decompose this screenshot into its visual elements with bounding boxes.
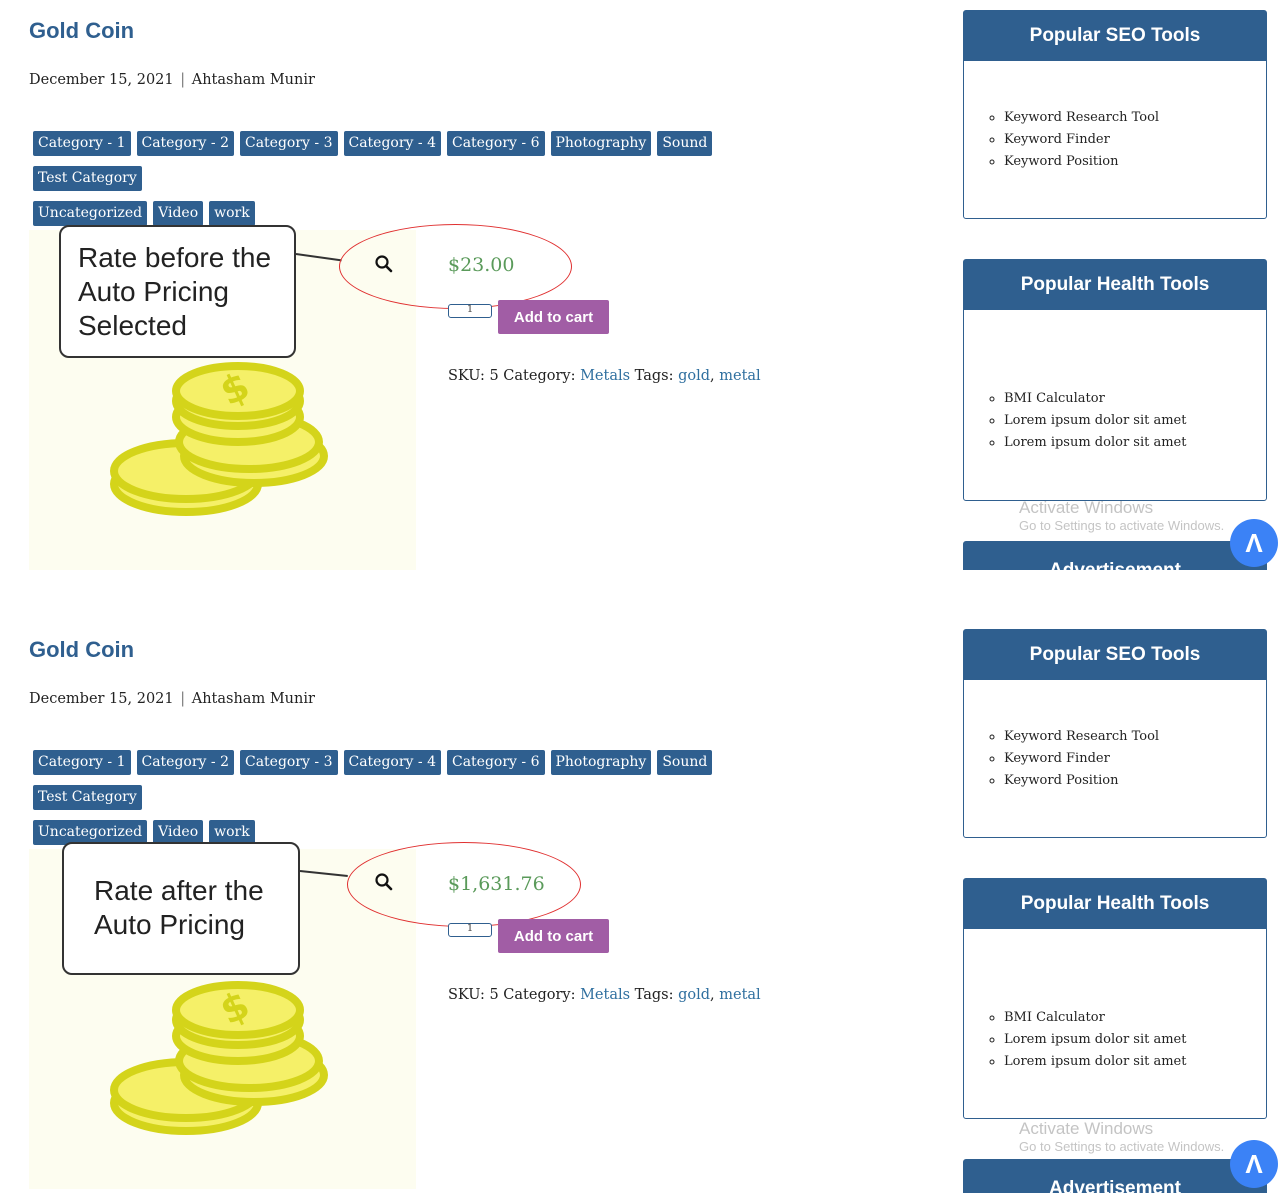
watermark-subtitle: Go to Settings to activate Windows. — [1019, 518, 1225, 533]
meta-separator: | — [180, 691, 186, 707]
category-tag-2[interactable]: Category - 2 — [136, 131, 234, 156]
list-item[interactable]: Keyword Finder — [1004, 748, 1159, 770]
widget-title: Advertisement — [964, 1160, 1266, 1193]
post-date: December 15, 2021 — [29, 72, 174, 88]
category-tag-1[interactable]: Category - 1 — [33, 750, 131, 775]
sku-value: 5 — [489, 368, 499, 384]
before-panel: Gold Coin December 15, 2021 | Ahtasham M… — [0, 0, 1280, 570]
watermark-subtitle: Go to Settings to activate Windows. — [1019, 1139, 1225, 1154]
category-label: Category: — [503, 987, 576, 1003]
product-meta: SKU: 5 Category: Metals Tags: gold, meta… — [448, 368, 761, 384]
post-meta: December 15, 2021 | Ahtasham Munir — [29, 72, 315, 88]
tag-link-metal[interactable]: metal — [719, 987, 760, 1003]
category-tag-4[interactable]: Category - 4 — [343, 131, 441, 156]
seo-tools-list: Keyword Research Tool Keyword Finder Key… — [984, 726, 1159, 792]
tags-label: Tags: — [634, 987, 674, 1003]
category-tag-video[interactable]: Video — [153, 201, 204, 226]
annotation-callout: Rate after the Auto Pricing — [62, 842, 300, 975]
list-item[interactable]: Keyword Position — [1004, 151, 1159, 173]
quantity-input[interactable]: 1 — [448, 923, 492, 937]
watermark-title: Activate Windows — [1019, 498, 1154, 517]
tag-separator: , — [710, 987, 715, 1003]
gold-coins-stack-icon: $ — [110, 362, 328, 516]
sku-label: SKU: — [448, 368, 485, 384]
windows-activation-watermark: Activate Windows Go to Settings to activ… — [1019, 498, 1224, 534]
category-tag-sound[interactable]: Sound — [657, 750, 713, 775]
list-item[interactable]: Lorem ipsum dolor sit amet — [1004, 432, 1186, 454]
category-list: Category - 1 Category - 2 Category - 3 Cate… — [33, 750, 823, 855]
product-title[interactable]: Gold Coin — [29, 18, 134, 44]
sku-label: SKU: — [448, 987, 485, 1003]
category-tag-6[interactable]: Category - 6 — [447, 131, 545, 156]
list-item[interactable]: Lorem ipsum dolor sit amet — [1004, 1051, 1186, 1073]
meta-separator: | — [180, 72, 186, 88]
category-tag-photography[interactable]: Photography — [550, 750, 652, 775]
tag-link-gold[interactable]: gold — [678, 368, 710, 384]
list-item[interactable]: Lorem ipsum dolor sit amet — [1004, 410, 1186, 432]
category-tag-uncategorized[interactable]: Uncategorized — [33, 201, 148, 226]
product-price: $23.00 — [448, 254, 515, 276]
category-link[interactable]: Metals — [580, 987, 630, 1003]
widget-title: Popular Health Tools — [964, 879, 1266, 929]
callout-text: Rate before the Auto Pricing Selected — [78, 242, 272, 341]
list-item[interactable]: Keyword Research Tool — [1004, 726, 1159, 748]
health-tools-list: BMI Calculator Lorem ipsum dolor sit ame… — [984, 1007, 1186, 1073]
post-date: December 15, 2021 — [29, 691, 174, 707]
category-tag-6[interactable]: Category - 6 — [447, 750, 545, 775]
annotation-callout: Rate before the Auto Pricing Selected — [59, 225, 296, 358]
widget-title: Popular SEO Tools — [964, 11, 1266, 61]
tag-link-gold[interactable]: gold — [678, 987, 710, 1003]
add-to-cart-button[interactable]: Add to cart — [498, 919, 609, 953]
list-item[interactable]: Lorem ipsum dolor sit amet — [1004, 1029, 1186, 1051]
callout-text: Rate after the Auto Pricing — [94, 875, 264, 940]
watermark-title: Activate Windows — [1019, 1119, 1154, 1138]
category-tag-2[interactable]: Category - 2 — [136, 750, 234, 775]
scroll-to-top-button[interactable]: Λ — [1230, 519, 1278, 567]
category-tag-photography[interactable]: Photography — [550, 131, 652, 156]
category-tag-sound[interactable]: Sound — [657, 131, 713, 156]
widget-title: Advertisement — [964, 542, 1266, 570]
seo-tools-widget: Popular SEO Tools Keyword Research Tool … — [963, 629, 1267, 838]
category-tag-1[interactable]: Category - 1 — [33, 131, 131, 156]
list-item[interactable]: Keyword Finder — [1004, 129, 1159, 151]
category-tag-3[interactable]: Category - 3 — [240, 750, 338, 775]
category-tag-work[interactable]: work — [209, 201, 255, 226]
health-tools-widget: Popular Health Tools BMI Calculator Lore… — [963, 259, 1267, 501]
advertisement-widget: Advertisement — [963, 1159, 1267, 1193]
health-tools-list: BMI Calculator Lorem ipsum dolor sit ame… — [984, 388, 1186, 454]
health-tools-widget: Popular Health Tools BMI Calculator Lore… — [963, 878, 1267, 1119]
list-item[interactable]: Keyword Research Tool — [1004, 107, 1159, 129]
post-author[interactable]: Ahtasham Munir — [192, 72, 315, 88]
windows-activation-watermark: Activate Windows Go to Settings to activ… — [1019, 1119, 1224, 1155]
widget-title: Popular SEO Tools — [964, 630, 1266, 680]
category-label: Category: — [503, 368, 576, 384]
category-tag-test[interactable]: Test Category — [33, 166, 142, 191]
product-title[interactable]: Gold Coin — [29, 637, 134, 663]
advertisement-widget: Advertisement — [963, 541, 1267, 570]
list-item[interactable]: BMI Calculator — [1004, 1007, 1186, 1029]
widget-title: Popular Health Tools — [964, 260, 1266, 310]
seo-tools-widget: Popular SEO Tools Keyword Research Tool … — [963, 10, 1267, 219]
category-tag-3[interactable]: Category - 3 — [240, 131, 338, 156]
list-item[interactable]: BMI Calculator — [1004, 388, 1186, 410]
category-tag-test[interactable]: Test Category — [33, 785, 142, 810]
scroll-to-top-button[interactable]: Λ — [1230, 1140, 1278, 1188]
category-list: Category - 1 Category - 2 Category - 3 Cate… — [33, 131, 823, 236]
product-price: $1,631.76 — [448, 873, 545, 895]
tag-link-metal[interactable]: metal — [719, 368, 760, 384]
tags-label: Tags: — [634, 368, 674, 384]
list-item[interactable]: Keyword Position — [1004, 770, 1159, 792]
product-meta: SKU: 5 Category: Metals Tags: gold, meta… — [448, 987, 761, 1003]
post-meta: December 15, 2021 | Ahtasham Munir — [29, 691, 315, 707]
seo-tools-list: Keyword Research Tool Keyword Finder Key… — [984, 107, 1159, 173]
category-link[interactable]: Metals — [580, 368, 630, 384]
add-to-cart-button[interactable]: Add to cart — [498, 300, 609, 334]
tag-separator: , — [710, 368, 715, 384]
gold-coins-stack-icon: $ — [110, 981, 328, 1135]
category-tag-4[interactable]: Category - 4 — [343, 750, 441, 775]
after-panel: Gold Coin December 15, 2021 | Ahtasham M… — [0, 619, 1280, 1193]
quantity-input[interactable]: 1 — [448, 304, 492, 318]
post-author[interactable]: Ahtasham Munir — [192, 691, 315, 707]
sku-value: 5 — [489, 987, 499, 1003]
